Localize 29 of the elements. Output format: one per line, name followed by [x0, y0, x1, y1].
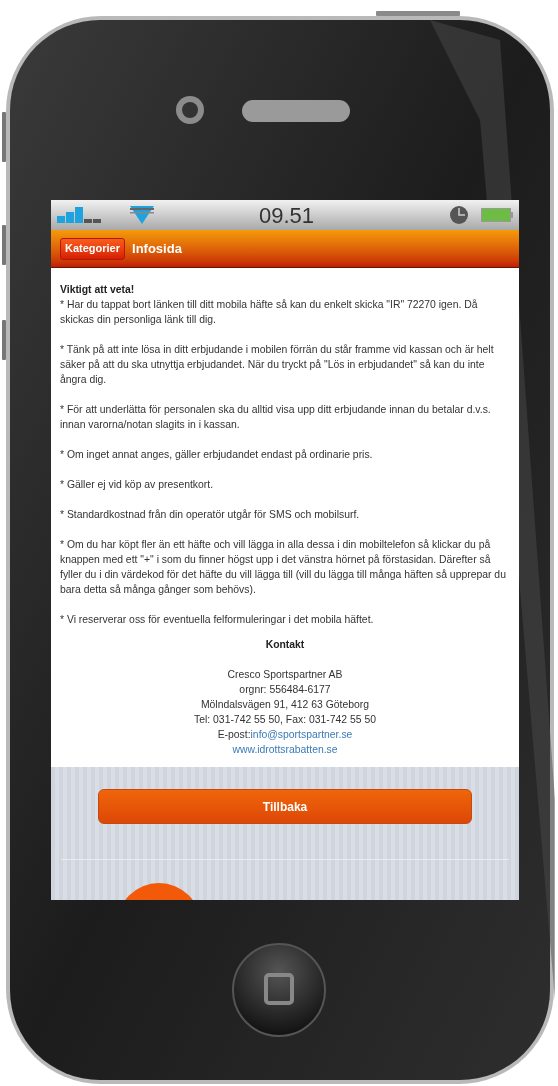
info-paragraph: * Standardkostnad från din operatör utgår för SMS och mobilsurf. — [60, 508, 361, 522]
contact-line: orgnr: 556484-6177 — [239, 683, 331, 697]
contact-line: Mölndalsvägen 91, 412 63 Göteborg — [200, 698, 370, 712]
email-label: E-post: — [217, 728, 251, 742]
page-title: Infosida — [132, 239, 182, 258]
back-button[interactable]: Tillbaka — [98, 789, 472, 824]
info-paragraph: * Gäller ej vid köp av presentkort. — [60, 478, 215, 492]
info-paragraph: * Har du tappat bort länken till ditt mobila häfte så kan du enkelt skicka "IR" 72270 igen. Då skickas din personliga länk till dig. — [60, 298, 479, 327]
clock-icon — [449, 205, 469, 225]
contact-line: Tel: 031-742 55 50, Fax: 031-742 55 50 — [194, 713, 376, 727]
status-time: 09.51 — [259, 203, 315, 229]
category-button[interactable]: Kategorier — [60, 237, 126, 260]
side-button-drawing — [2, 225, 6, 265]
info-paragraph: * För att underlätta för personalen ska du alltid visa upp ditt erbjudande innan du betalar d.v.s. innan varorna/notan slagits in i kassan. — [60, 403, 492, 432]
signal-icon — [57, 207, 103, 223]
contact-line: Cresco Sportspartner AB — [227, 668, 343, 682]
info-paragraph: * Vi reserverar oss för eventuella felformuleringar i det mobila häftet. — [60, 613, 375, 627]
camera-lens-drawing — [176, 96, 204, 124]
battery-icon — [481, 208, 513, 222]
info-paragraph: * Tänk på att inte lösa in ditt erbjudande i mobilen förrän du står framme vid kassan och är helt säker på att du ska utnyttja erbjudandet. När du tryckt på "Lös in erbjudandet" så kan du inte ångra dig. — [60, 343, 495, 387]
side-button-drawing — [2, 320, 6, 360]
info-paragraph: * Om du har köpt fler än ett häfte och vill lägga in alla dessa i din mobiltelefon så klickar du på knappen med ett "+" i som du finner högst upp i det vänstra hörnet på förstasidan. Därefter så fyller du i din värdekod för det häfte du vill lägga till (vill du lägga till många häften så upprepar du bara detta så många gånger som behövs). — [60, 538, 507, 597]
website-link[interactable]: www.idrottsrabatten.se — [232, 742, 338, 757]
info-paragraph: * Om inget annat anges, gäller erbjudandet endast på ordinarie pris. — [60, 448, 374, 462]
section-heading: Viktigt att veta! — [60, 283, 136, 297]
email-link[interactable]: info@sportspartner.se — [250, 727, 353, 742]
wifi-icon — [130, 206, 154, 224]
side-button-drawing — [2, 112, 6, 162]
contact-heading: Kontakt — [265, 638, 305, 652]
